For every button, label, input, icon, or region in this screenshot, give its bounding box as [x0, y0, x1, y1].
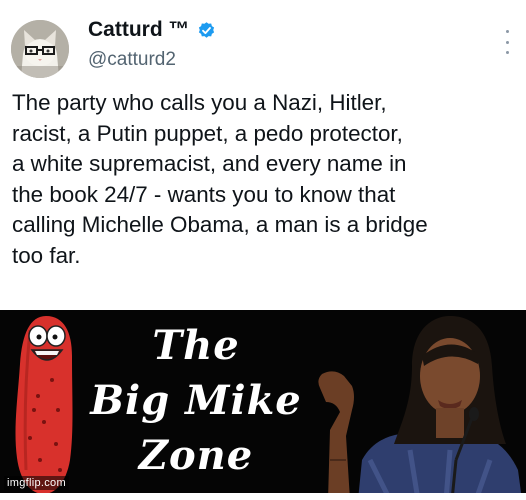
meme-banner: The Big Mike Zone [0, 310, 526, 500]
tweet-text-line: the book 24/7 - wants you to know that [12, 181, 396, 207]
tweet-text-line: calling Michelle Obama, a man is a bridg… [12, 212, 428, 238]
tweet-text-line: too far. [12, 242, 81, 268]
bottom-strip [0, 493, 526, 500]
tweet-text-line: a white supremacist, and every name in [12, 151, 407, 177]
banner-title-line: Big Mike [90, 377, 302, 424]
vertical-ellipsis-icon[interactable] [503, 30, 511, 54]
speaker-photo-image [318, 316, 522, 500]
banner-title-line: Zone [138, 432, 254, 479]
user-handle[interactable]: @catturd2 [88, 49, 176, 71]
tweet-card: Catturd ™ @catturd2 The party who calls … [0, 0, 526, 306]
tweet-text-line: The party who calls you a Nazi, Hitler, [12, 90, 387, 115]
cat-avatar-image [11, 20, 69, 78]
tweet-text-line: racist, a Putin puppet, a pedo protector… [12, 120, 403, 146]
banner-title: The Big Mike Zone [76, 318, 316, 483]
avatar[interactable] [11, 20, 69, 78]
display-name[interactable]: Catturd ™ [88, 18, 190, 42]
banner-title-line: The [152, 322, 240, 369]
verified-badge-icon [198, 21, 214, 38]
author-name-row[interactable]: Catturd ™ [88, 18, 216, 42]
tweet-text: The party who calls you a Nazi, Hitler, … [12, 88, 517, 272]
watermark-text: imgflip.com [4, 476, 69, 490]
